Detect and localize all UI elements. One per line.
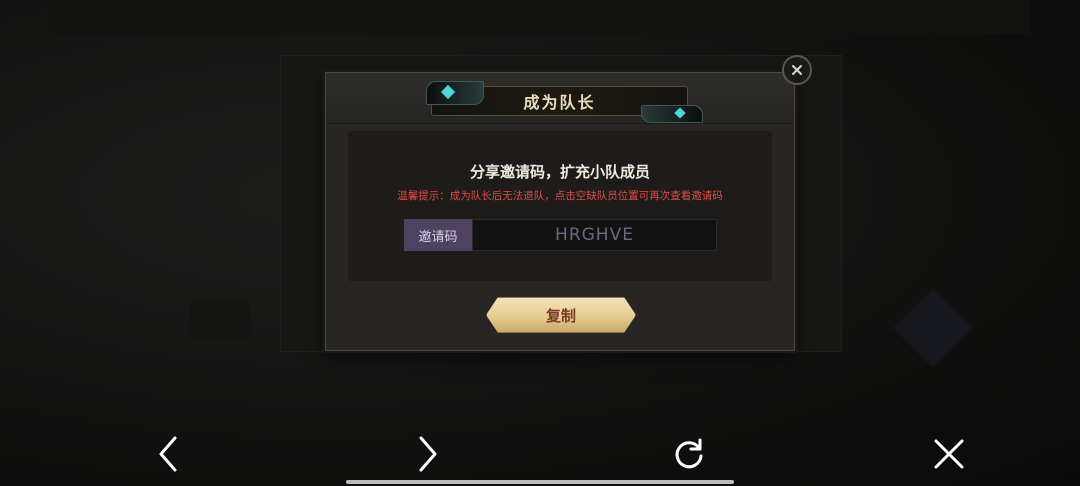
close-page-button[interactable]	[929, 434, 969, 474]
forward-button[interactable]	[408, 434, 448, 474]
close-dialog-button[interactable]	[782, 55, 812, 85]
copy-button-label: 复制	[545, 306, 576, 325]
refresh-icon	[675, 438, 703, 469]
home-indicator[interactable]	[346, 480, 734, 484]
forward-arrow-icon	[419, 436, 437, 472]
background-decoration	[190, 300, 250, 340]
dialog-header: 成为队长	[326, 73, 794, 124]
refresh-button[interactable]	[669, 434, 709, 474]
invite-code-label: 邀请码	[404, 219, 472, 251]
back-button[interactable]	[148, 434, 188, 474]
invite-code-field[interactable]: HRGHVE	[472, 219, 717, 251]
copy-button[interactable]: 复制	[486, 297, 636, 333]
close-icon	[934, 439, 964, 469]
dialog-title: 成为队长	[523, 93, 596, 112]
invite-code-row: 邀请码 HRGHVE	[404, 219, 717, 251]
invite-heading: 分享邀请码，扩充小队成员	[469, 163, 650, 181]
close-icon	[792, 65, 802, 75]
ornament-icon	[641, 105, 703, 123]
invite-content-box: 分享邀请码，扩充小队成员 温馨提示：成为队长后无法退队，点击空缺队员位置可再次查…	[348, 131, 772, 281]
become-captain-dialog: 成为队长 分享邀请码，扩充小队成员 温馨提示：成为队长后无法退队，点击空缺队员位…	[325, 72, 795, 351]
back-arrow-icon	[159, 436, 177, 472]
background-top-bar	[50, 0, 1030, 34]
title-banner: 成为队长	[426, 81, 703, 123]
ornament-icon	[426, 81, 484, 105]
warning-tip: 温馨提示：成为队长后无法退队，点击空缺队员位置可再次查看邀请码	[397, 190, 723, 202]
